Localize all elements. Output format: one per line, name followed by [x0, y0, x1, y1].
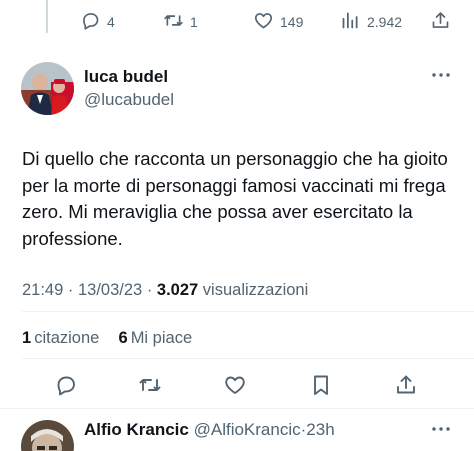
tweet-text: Di quello che racconta un personaggio ch… — [22, 148, 448, 249]
more-options-button[interactable] — [431, 67, 451, 85]
heart-icon — [253, 10, 274, 34]
views-button[interactable]: 2.942 — [340, 10, 402, 34]
reply-button[interactable]: 4 — [80, 10, 115, 34]
reply-author-handle[interactable]: @AlfioKrancic — [194, 420, 301, 439]
more-dots-icon — [431, 67, 451, 84]
comment-icon — [80, 10, 101, 34]
retweet-icon — [138, 373, 162, 400]
retweet-icon — [163, 10, 184, 34]
quotes-link[interactable]: 1 citazione — [22, 329, 99, 347]
views-total: 3.027 — [156, 281, 199, 299]
reply-button[interactable] — [54, 373, 78, 400]
likes-link[interactable]: 6 Mi piace — [119, 329, 193, 347]
like-button[interactable]: 149 — [253, 10, 303, 34]
like-button[interactable] — [223, 373, 247, 400]
reply-author-name[interactable]: Alfio Krancic — [84, 420, 189, 439]
tweet-date[interactable]: 13/03/23 — [78, 281, 142, 299]
divider — [22, 311, 474, 312]
like-count: 149 — [280, 14, 304, 30]
retweet-button[interactable] — [138, 373, 162, 400]
reply-tweet[interactable]: Alfio Krancic @AlfioKrancic·23h — [0, 408, 474, 451]
author-name[interactable]: luca budel — [84, 67, 168, 87]
tweet-time[interactable]: 21:49 — [22, 281, 63, 299]
retweet-count: 1 — [190, 14, 198, 30]
share-icon — [430, 10, 451, 34]
more-dots-icon — [431, 421, 451, 438]
reply-age[interactable]: 23h — [306, 420, 334, 439]
tweet-action-bar — [0, 373, 474, 399]
comment-icon — [54, 373, 78, 400]
author-avatar[interactable] — [21, 62, 74, 115]
quotes-label: citazione — [34, 329, 100, 347]
heart-icon — [223, 373, 247, 400]
views-label: visualizzazioni — [202, 281, 309, 299]
likes-label: Mi piace — [130, 329, 193, 347]
quotes-count: 1 — [22, 329, 32, 347]
views-count: 2.942 — [367, 14, 403, 30]
tweet-stats: 1 citazione 6 Mi piace — [22, 329, 192, 348]
bookmark-button[interactable] — [309, 373, 333, 400]
analytics-icon — [340, 10, 361, 34]
bookmark-icon — [309, 373, 333, 400]
author-handle[interactable]: @lucabudel — [84, 90, 174, 110]
tweet-meta: 21:49 · 13/03/23 · 3.027 visualizzazioni — [22, 281, 309, 299]
reply-header: Alfio Krancic @AlfioKrancic·23h — [84, 420, 335, 439]
retweet-button[interactable]: 1 — [163, 10, 198, 34]
likes-count: 6 — [118, 329, 128, 347]
previous-tweet-action-bar: 4 1 149 2.942 — [0, 10, 474, 36]
reply-author-avatar[interactable] — [21, 420, 74, 451]
reply-more-options-button[interactable] — [431, 421, 451, 439]
share-icon — [394, 373, 418, 400]
divider — [22, 358, 474, 359]
reply-count: 4 — [107, 14, 115, 30]
share-button[interactable] — [430, 10, 451, 34]
share-button[interactable] — [394, 373, 418, 400]
